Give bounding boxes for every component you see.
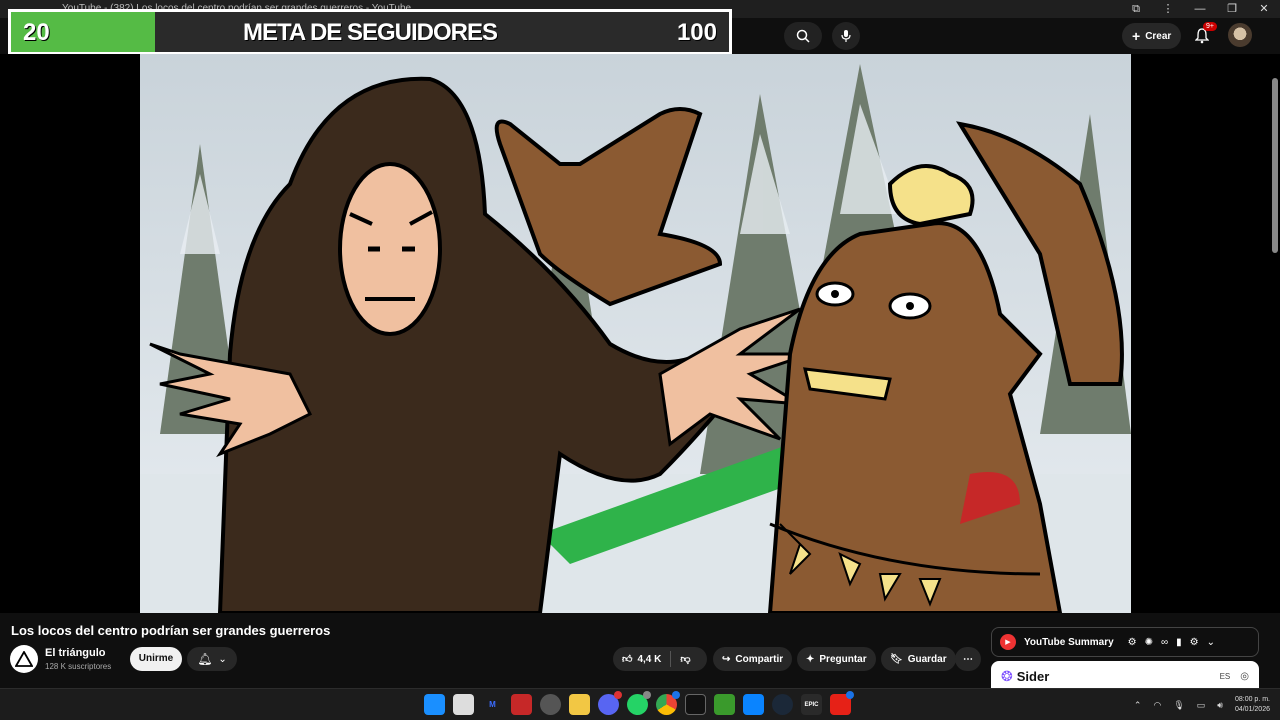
extensions-icon[interactable]: ⧉ [1120, 0, 1152, 18]
ask-label: Preguntar [819, 653, 867, 665]
thumbs-down-icon[interactable]: 👎︎ [680, 653, 690, 665]
screen: YouTube - (382) Los locos del centro pod… [0, 0, 1280, 720]
notification-badge: 9+ [1203, 22, 1217, 31]
mail-icon[interactable]: M [482, 694, 503, 715]
youtube-summary-logo-icon: ▶ [1000, 634, 1016, 650]
menu-dots-icon[interactable]: ⋮ [1152, 0, 1184, 18]
store-icon[interactable] [743, 694, 764, 715]
time: 08:00 p. m. [1234, 696, 1270, 703]
search-button[interactable] [784, 22, 822, 50]
video-thumbnail-cartoon [140, 54, 1131, 613]
voice-search-button[interactable] [832, 22, 860, 50]
discord-icon[interactable] [598, 691, 622, 715]
date: 04/01/2026 [1234, 706, 1270, 713]
subscription-bell-button[interactable]: 🔔︎ ⌄ [187, 647, 237, 671]
summary-title: YouTube Summary [1024, 636, 1114, 648]
goal-label: META DE SEGUIDORES [242, 19, 498, 46]
battery-icon[interactable]: ▭ [1197, 700, 1206, 711]
more-actions-button[interactable]: ⋯ [955, 647, 981, 671]
app-icon[interactable] [511, 694, 532, 715]
plus-icon: + [1132, 28, 1141, 44]
volume-icon[interactable]: 🔊︎ [1217, 700, 1223, 711]
join-button[interactable]: Unirme [130, 647, 182, 671]
steam-icon[interactable] [772, 694, 793, 715]
share-label: Compartir [735, 653, 784, 665]
openai-icon[interactable]: ✺ [1145, 637, 1153, 648]
notifications-button[interactable]: 9+ [1190, 22, 1217, 48]
page-scrollbar[interactable] [1272, 78, 1278, 253]
video-frame[interactable] [140, 54, 1131, 613]
robot-icon[interactable]: ⚙ [1128, 637, 1137, 648]
share-button[interactable]: ↪ Compartir [713, 647, 793, 671]
minimize-button[interactable]: — [1184, 0, 1216, 18]
youtube-summary-widget[interactable]: ▶ YouTube Summary ⚙ ✺ ∞ ▮ ⚙ ⌄ [991, 627, 1259, 657]
file-explorer-icon[interactable] [569, 694, 590, 715]
settings-icon[interactable]: ⚙ [1190, 637, 1199, 648]
bell-icon: 🔔︎ [197, 652, 213, 666]
sparkle-icon: ✦ [806, 653, 815, 665]
chevron-down-icon: ⌄ [218, 653, 227, 665]
sider-logo-icon: ❂ [1001, 667, 1013, 684]
thumbs-up-icon[interactable]: 👍︎ [622, 653, 632, 665]
whatsapp-icon[interactable] [627, 691, 651, 715]
account-avatar[interactable] [1228, 23, 1252, 47]
channel-name[interactable]: El triángulo [45, 647, 106, 659]
create-button[interactable]: + Crear [1122, 23, 1182, 49]
more-dots-icon: ⋯ [963, 653, 973, 665]
search-icon [796, 29, 810, 43]
triangle-logo-icon [15, 651, 33, 667]
chrome-profile-icon[interactable] [656, 691, 680, 715]
sider-name: Sider [1016, 668, 1050, 684]
wifi-icon[interactable]: ◠ [1153, 700, 1161, 711]
subscriber-count: 128 K suscriptores [45, 662, 112, 671]
video-player[interactable] [0, 54, 1280, 613]
like-dislike-group: 👍︎ 4,4 K 👎︎ [613, 647, 707, 671]
taskbar-apps: M EPIC [424, 691, 854, 715]
audio-wave-icon[interactable]: ▮ [1176, 637, 1182, 648]
epic-games-icon[interactable]: EPIC [801, 694, 822, 715]
settings-icon[interactable]: ◎ [1240, 671, 1249, 682]
video-title: Los locos del centro podrían ser grandes… [11, 623, 331, 638]
glasses-icon[interactable]: ∞ [1161, 637, 1168, 648]
save-label: Guardar [907, 653, 947, 665]
channel-avatar[interactable] [10, 645, 38, 673]
system-tray: ⌃ ◠ 🎙︎ ▭ 🔊︎ 08:00 p. m. 04/01/2026 [1134, 695, 1270, 715]
like-count[interactable]: 4,4 K [637, 654, 661, 665]
windows-icon[interactable] [424, 694, 445, 715]
maximize-button[interactable]: ❐ [1216, 0, 1248, 18]
bookmark-icon: 🔖︎ [890, 653, 903, 665]
clock[interactable]: 08:00 p. m. 04/01/2026 [1235, 695, 1270, 715]
task-view-icon[interactable] [453, 694, 474, 715]
microphone-icon[interactable]: 🎙︎ [1173, 700, 1184, 711]
follower-goal-overlay: 20 META DE SEGUIDORES 100 [8, 9, 732, 55]
minecraft-icon[interactable] [714, 694, 735, 715]
divider [670, 651, 672, 667]
close-button[interactable]: ✕ [1248, 0, 1280, 18]
window-controls: ⧉ ⋮ — ❐ ✕ [1120, 0, 1280, 18]
goal-target-value: 100 [676, 19, 717, 46]
ask-button[interactable]: ✦ Preguntar [797, 647, 876, 671]
share-icon: ↪ [722, 653, 731, 665]
chrome-icon[interactable] [540, 694, 561, 715]
windows-taskbar: M EPIC ⌃ ◠ 🎙︎ ▭ 🔊︎ 08:00 p. m. 04/01/202… [0, 688, 1280, 720]
microphone-icon [841, 30, 851, 42]
sider-widget[interactable]: ❂ Sider ES ◎ [991, 661, 1259, 691]
create-label: Crear [1145, 30, 1172, 42]
capcut-icon[interactable] [685, 694, 706, 715]
language-label[interactable]: ES [1220, 672, 1231, 681]
chevron-up-icon[interactable]: ⌃ [1134, 700, 1142, 711]
save-button[interactable]: 🔖︎ Guardar [881, 647, 956, 671]
youtube-icon[interactable] [830, 691, 854, 715]
chevron-down-icon[interactable]: ⌄ [1207, 637, 1215, 648]
